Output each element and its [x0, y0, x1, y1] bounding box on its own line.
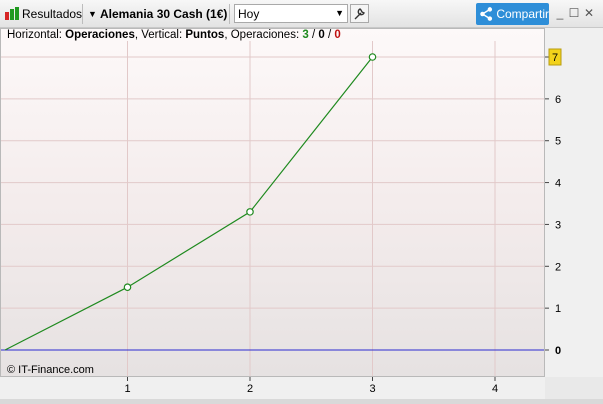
y-tick-label: 3	[555, 219, 561, 231]
last-value-label: 7	[552, 52, 558, 64]
copyright-text: © IT-Finance.com	[7, 364, 94, 376]
data-point	[246, 208, 254, 216]
operations-label: Operaciones:	[230, 29, 300, 41]
x-tick-label: 1	[124, 383, 130, 395]
y-tick-label: 0	[555, 345, 561, 357]
data-point	[368, 53, 377, 61]
data-point	[123, 283, 132, 292]
vertical-value: Puntos	[185, 29, 225, 41]
x-tick-label: 3	[369, 383, 375, 395]
operations-losing: 0	[334, 29, 341, 41]
operations-winning: 3	[302, 29, 309, 41]
y-tick-label: 1	[555, 303, 561, 315]
x-tick-label: 2	[247, 383, 253, 395]
chart-header: Horizontal: Operaciones, Vertical: Punto…	[7, 29, 341, 41]
horizontal-label: Horizontal:	[7, 29, 62, 41]
x-tick-label: 4	[492, 383, 498, 395]
y-tick-label: 4	[555, 178, 561, 190]
operations-neutral: 0	[318, 29, 325, 41]
horizontal-value: Operaciones	[65, 29, 135, 41]
y-tick-label: 2	[555, 261, 561, 273]
series-line	[4, 56, 373, 351]
y-tick-label: 6	[555, 94, 561, 106]
vertical-label: Vertical:	[141, 29, 183, 41]
y-tick-label: 5	[555, 136, 561, 148]
results-line-chart: 1 2 3 4 0 1 2 3 4 5 6 7	[1, 41, 562, 395]
